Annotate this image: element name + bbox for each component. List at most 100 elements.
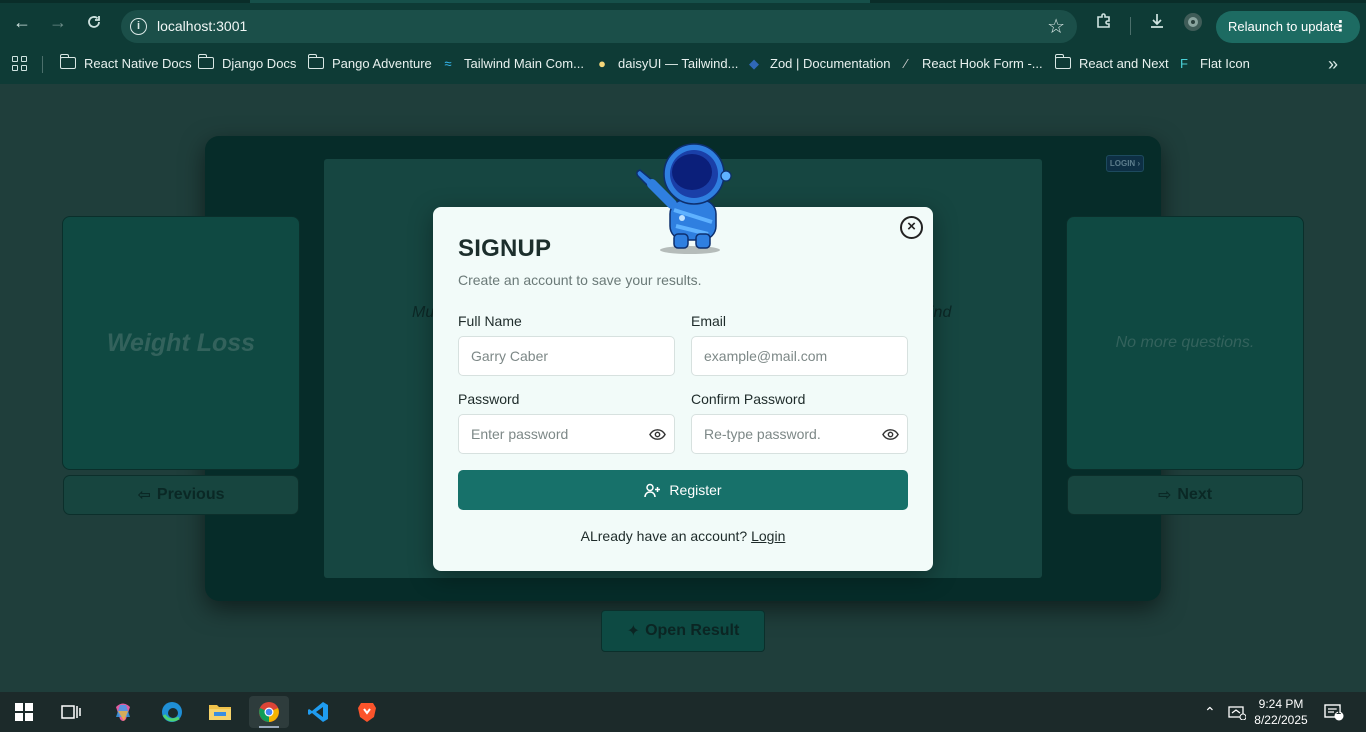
- modal-title: SIGNUP: [458, 235, 552, 262]
- login-link[interactable]: Login: [751, 528, 785, 544]
- password-label: Password: [458, 391, 520, 407]
- bookmark-label: Flat Icon: [1200, 56, 1250, 71]
- zod-icon: ◆: [749, 56, 759, 71]
- bookmark-flat-icon[interactable]: F Flat Icon: [1176, 55, 1250, 75]
- vscode-icon: [308, 702, 328, 722]
- url-text[interactable]: localhost:3001: [157, 18, 247, 34]
- confirm-password-label: Confirm Password: [691, 391, 806, 407]
- chevron-double-right-icon[interactable]: »: [1328, 54, 1338, 75]
- email-label: Email: [691, 313, 727, 329]
- bookmark-label: React Native Docs: [84, 56, 192, 71]
- more-menu-icon[interactable]: ⋮: [1333, 11, 1348, 43]
- site-info-icon[interactable]: i: [130, 18, 147, 35]
- confirm-password-field-wrapper: [691, 414, 908, 454]
- bookmark-star-icon[interactable]: ☆: [1047, 14, 1065, 39]
- profile-button[interactable]: [1182, 12, 1204, 34]
- bookmark-zod[interactable]: ◆ Zod | Documentation: [746, 55, 890, 75]
- bookmark-django-docs[interactable]: Django Docs: [197, 54, 296, 75]
- question-text-fragment: Mu: [412, 304, 435, 321]
- previous-question-card: Weight Loss: [62, 216, 300, 470]
- clock-date: 8/22/2025: [1254, 713, 1308, 727]
- astronaut-mascot-icon: [636, 143, 732, 254]
- open-result-button[interactable]: ✦ Open Result: [601, 610, 765, 652]
- bookmark-daisyui[interactable]: ● daisyUI — Tailwind...: [594, 55, 738, 75]
- bookmark-pango-adventure[interactable]: Pango Adventure: [307, 54, 432, 75]
- confirm-password-input[interactable]: [692, 415, 907, 453]
- chrome-app[interactable]: [249, 696, 289, 728]
- downloads-button[interactable]: [1146, 12, 1168, 34]
- previous-button[interactable]: ⇦ Previous: [63, 475, 299, 515]
- clock-time: 9:24 PM: [1258, 697, 1304, 711]
- eye-icon[interactable]: [882, 427, 899, 442]
- password-field-wrapper: [458, 414, 675, 454]
- back-button[interactable]: ←: [10, 10, 34, 34]
- toolbar-divider: [1130, 17, 1131, 35]
- taskbar-clock[interactable]: 9:24 PM 8/22/2025: [1248, 696, 1314, 728]
- full-name-label: Full Name: [458, 313, 522, 329]
- active-tab[interactable]: [250, 0, 870, 3]
- eye-icon[interactable]: [649, 427, 666, 442]
- next-label: Next: [1177, 486, 1213, 503]
- task-view-button[interactable]: [51, 696, 91, 728]
- bookmark-react-and-next[interactable]: React and Next: [1054, 54, 1169, 75]
- login-prompt-text: ALready have an account?: [580, 528, 748, 544]
- full-name-field-wrapper: [458, 336, 675, 376]
- password-input[interactable]: [459, 415, 674, 453]
- close-icon[interactable]: ×: [900, 216, 923, 239]
- bookmark-react-native-docs[interactable]: React Native Docs: [59, 54, 192, 75]
- folder-icon: [197, 54, 214, 69]
- avatar-icon: [1184, 13, 1202, 31]
- login-prompt: ALready have an account? Login: [433, 528, 933, 544]
- tailwind-icon: ≈: [444, 56, 452, 71]
- react-hook-form-icon: ∕: [904, 56, 908, 71]
- apps-grid-icon[interactable]: [12, 56, 28, 72]
- vscode-app[interactable]: [298, 696, 338, 728]
- email-input[interactable]: [692, 337, 907, 375]
- windows-taskbar: ⌃ 9:24 PM 8/22/2025 1: [0, 692, 1366, 732]
- edge-icon: [162, 702, 182, 722]
- show-hidden-icons-button[interactable]: ⌃: [1204, 692, 1216, 732]
- question-text-fragment: ind: [930, 304, 952, 321]
- chevron-up-icon: ⌃: [1204, 703, 1216, 720]
- extensions-button[interactable]: [1093, 12, 1115, 34]
- file-explorer-app[interactable]: [200, 696, 240, 728]
- register-label: Register: [669, 482, 722, 498]
- previous-card-label: Weight Loss: [106, 328, 256, 357]
- task-view-icon: [61, 705, 81, 719]
- windows-logo-icon: [15, 703, 33, 721]
- puzzle-icon: [1097, 13, 1110, 28]
- result-icon: ✦: [626, 623, 641, 640]
- daisyui-icon: ●: [598, 56, 606, 71]
- network-icon: [1228, 706, 1246, 720]
- notifications-button[interactable]: 1: [1324, 692, 1344, 732]
- register-button[interactable]: Register: [458, 470, 908, 510]
- next-button[interactable]: ⇨ Next: [1067, 475, 1303, 515]
- user-plus-icon: [644, 483, 661, 497]
- previous-label: Previous: [156, 486, 225, 503]
- tab-strip: [0, 0, 1366, 3]
- bookmark-react-hook-form[interactable]: ∕ React Hook Form -...: [898, 55, 1043, 75]
- brave-app[interactable]: [347, 696, 387, 728]
- address-bar[interactable]: i localhost:3001 ☆: [121, 10, 1077, 43]
- download-icon: [1151, 14, 1163, 28]
- reload-button[interactable]: [82, 10, 106, 34]
- forward-button[interactable]: →: [46, 10, 70, 34]
- folder-icon: [307, 54, 324, 69]
- bookmark-label: React Hook Form -...: [922, 56, 1043, 71]
- full-name-input[interactable]: [459, 337, 674, 375]
- brave-icon: [358, 703, 376, 722]
- arrow-right-bold-icon: ⇨: [1157, 487, 1172, 504]
- relaunch-to-update-button[interactable]: Relaunch to update ⋮: [1216, 11, 1360, 43]
- login-badge[interactable]: LOGIN ›: [1106, 155, 1144, 172]
- bookmarks-divider: [42, 56, 43, 73]
- copilot-app[interactable]: [103, 696, 143, 728]
- edge-app[interactable]: [152, 696, 192, 728]
- bookmarks-bar: React Native Docs Django Docs Pango Adve…: [0, 44, 1366, 84]
- start-button[interactable]: [4, 696, 44, 728]
- arrow-left-bold-icon: ⇦: [137, 487, 151, 504]
- bookmark-label: React and Next: [1079, 56, 1169, 71]
- network-status[interactable]: [1228, 692, 1246, 732]
- next-question-card: No more questions.: [1066, 216, 1304, 470]
- bookmark-tailwind[interactable]: ≈ Tailwind Main Com...: [440, 55, 584, 75]
- notification-count: 1: [1336, 706, 1342, 716]
